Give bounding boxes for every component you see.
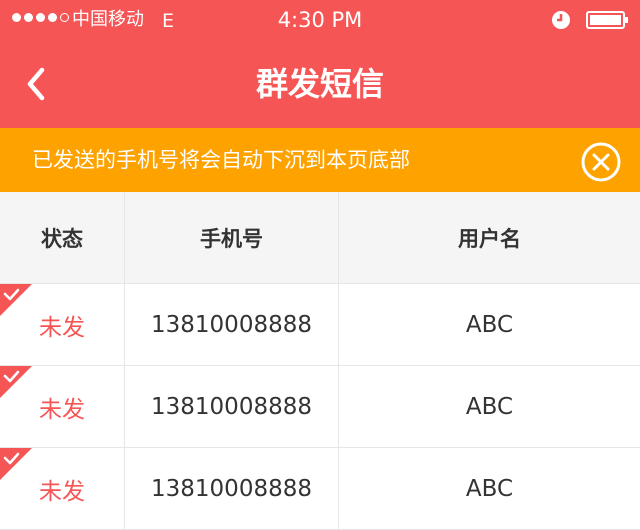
phone-cell: 13810008888 xyxy=(125,448,339,529)
table-row[interactable]: 未发 13810008888 ABC xyxy=(0,448,640,530)
status-text: 未发 xyxy=(39,396,85,423)
phone-cell: 13810008888 xyxy=(125,366,339,447)
app-header: 中国移动 E 4:30 PM 群发短信 xyxy=(0,0,640,128)
battery-icon xyxy=(586,11,628,29)
status-text: 未发 xyxy=(39,314,85,341)
check-corner-icon[interactable] xyxy=(0,366,32,398)
check-corner-icon[interactable] xyxy=(0,448,32,480)
table-row[interactable]: 未发 13810008888 ABC xyxy=(0,284,640,366)
navigation-bar: 群发短信 xyxy=(0,40,640,128)
username-cell: ABC xyxy=(465,475,514,502)
status-cell: 未发 xyxy=(0,284,125,365)
header-username: 用户名 xyxy=(458,226,521,251)
recipient-table: 状态 手机号 用户名 未发 13810008888 ABC 未发 1381000… xyxy=(0,192,640,530)
status-cell: 未发 xyxy=(0,448,125,529)
table-row[interactable]: 未发 13810008888 ABC xyxy=(0,366,640,448)
table-header-row: 状态 手机号 用户名 xyxy=(0,192,640,284)
phone-cell: 13810008888 xyxy=(125,284,339,365)
notice-banner: 已发送的手机号将会自动下沉到本页底部 xyxy=(0,128,640,192)
status-text: 未发 xyxy=(39,478,85,505)
username-cell: ABC xyxy=(465,393,514,420)
status-cell: 未发 xyxy=(0,366,125,447)
notice-text: 已发送的手机号将会自动下沉到本页底部 xyxy=(32,148,410,172)
page-title: 群发短信 xyxy=(255,65,384,103)
status-time: 4:30 PM xyxy=(277,8,363,32)
check-corner-icon[interactable] xyxy=(0,284,32,316)
status-bar: 中国移动 E 4:30 PM xyxy=(0,0,640,40)
username-cell: ABC xyxy=(465,311,514,338)
header-phone: 手机号 xyxy=(125,192,339,283)
header-status: 状态 xyxy=(0,192,125,283)
close-circle-icon[interactable] xyxy=(580,141,622,183)
clock-icon xyxy=(552,11,570,29)
